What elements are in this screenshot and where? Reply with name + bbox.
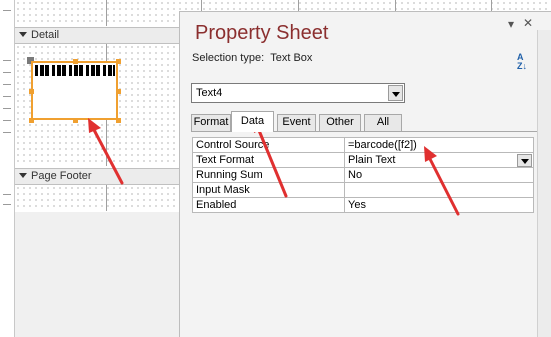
tab-event[interactable]: Event xyxy=(277,114,316,131)
property-sheet-pane: Property Sheet ▾ ✕ Selection type: Text … xyxy=(179,11,551,337)
property-name: Enabled xyxy=(192,197,345,213)
vertical-scrollbar[interactable] xyxy=(537,30,551,337)
resize-handle[interactable] xyxy=(73,59,78,64)
table-row[interactable]: Input Mask xyxy=(192,182,534,198)
resize-handle[interactable] xyxy=(29,89,34,94)
resize-handle[interactable] xyxy=(73,118,78,123)
property-name: Control Source xyxy=(192,137,345,153)
table-row[interactable]: Enabled Yes xyxy=(192,197,534,213)
sort-az-icon[interactable]: A Z↓ xyxy=(517,53,535,73)
section-collapse-icon xyxy=(19,32,27,37)
barcode-preview xyxy=(35,65,115,76)
selection-type-value: Text Box xyxy=(270,52,313,64)
property-sheet-title: Property Sheet xyxy=(195,22,329,44)
object-selector-combo[interactable]: Text4 xyxy=(191,83,405,103)
resize-handle[interactable] xyxy=(29,118,34,123)
resize-handle[interactable] xyxy=(116,89,121,94)
property-grid: Control Source =barcode([f2]) Text Forma… xyxy=(192,137,534,213)
close-icon[interactable]: ✕ xyxy=(523,16,533,30)
selection-type-label: Selection type: xyxy=(192,52,265,64)
property-value[interactable]: No xyxy=(344,167,534,183)
object-selector-value: Text4 xyxy=(196,87,223,99)
text-box-control[interactable] xyxy=(31,61,118,120)
tab-data[interactable]: Data xyxy=(231,111,274,132)
chevron-down-icon[interactable] xyxy=(517,154,532,167)
page-footer-section-label: Page Footer xyxy=(31,170,92,182)
property-value: Plain Text xyxy=(348,154,396,166)
resize-handle[interactable] xyxy=(116,118,121,123)
selection-type: Selection type: Text Box xyxy=(192,52,312,64)
detail-section-label: Detail xyxy=(31,29,60,41)
tab-other[interactable]: Other xyxy=(319,114,361,131)
section-collapse-icon xyxy=(19,173,27,178)
table-row[interactable]: Text Format Plain Text xyxy=(192,152,534,168)
tab-format[interactable]: Format xyxy=(191,114,231,131)
property-name: Running Sum xyxy=(192,167,345,183)
chevron-down-icon[interactable] xyxy=(388,85,403,101)
vertical-ruler xyxy=(0,0,15,337)
property-value[interactable]: Yes xyxy=(344,197,534,213)
property-value[interactable]: =barcode([f2]) xyxy=(344,137,534,153)
tab-all[interactable]: All xyxy=(364,114,402,131)
table-row[interactable]: Running Sum No xyxy=(192,167,534,183)
property-value[interactable] xyxy=(344,182,534,198)
resize-handle[interactable] xyxy=(116,59,121,64)
table-row[interactable]: Control Source =barcode([f2]) xyxy=(192,137,534,153)
property-name: Input Mask xyxy=(192,182,345,198)
chevron-down-icon[interactable]: ▾ xyxy=(508,17,514,31)
property-name: Text Format xyxy=(192,152,345,168)
property-value-cell[interactable]: Plain Text xyxy=(344,152,534,168)
